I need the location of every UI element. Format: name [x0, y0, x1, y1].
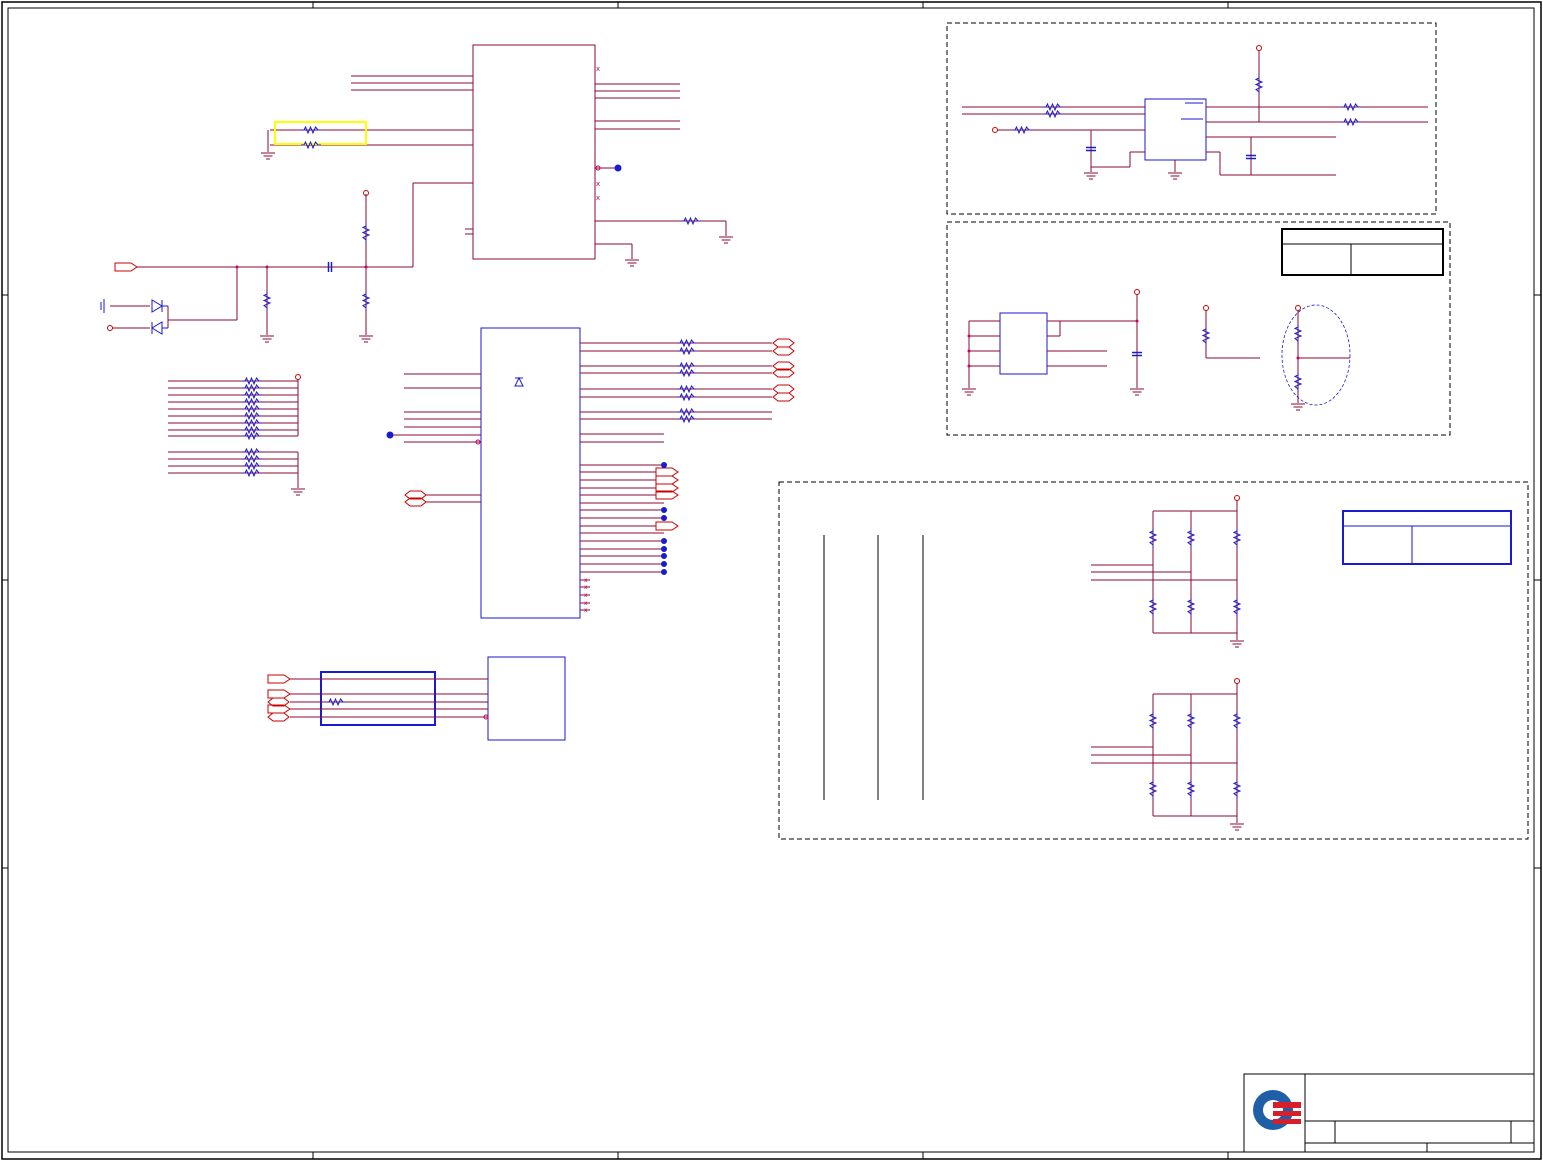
svg-text:x: x [596, 180, 600, 188]
svg-text:x: x [596, 65, 600, 73]
block-regulator [946, 22, 1437, 215]
svg-text:x: x [584, 584, 588, 591]
resistor-bank [168, 379, 299, 488]
svg-text:x: x [584, 607, 588, 614]
company-logo [1253, 1090, 1301, 1130]
block-strapping [778, 481, 1529, 840]
svg-text:x: x [584, 592, 588, 599]
block-eeprom [946, 221, 1451, 436]
schematic-sheet: xxx xxx xx [1, 1, 1542, 1160]
ic-middle: xxx xx [386, 327, 795, 619]
svg-text:x: x [584, 600, 588, 607]
svg-text:x: x [584, 577, 588, 584]
ic-bottom [267, 656, 566, 741]
input-network [100, 190, 413, 343]
diode-pair [151, 299, 168, 335]
svg-text:x: x [596, 194, 600, 202]
sheet-frame [1, 1, 1542, 1160]
resistor-bank-parts [241, 374, 306, 496]
ic-top: xxx [260, 44, 734, 267]
